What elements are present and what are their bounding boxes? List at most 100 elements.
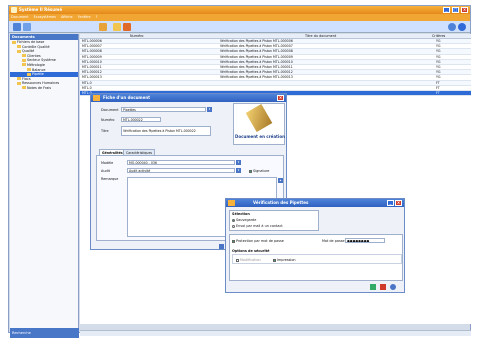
protection-group: Protection par mot de passe Mot de passe… xyxy=(229,234,403,281)
status-panel[interactable]: Document en création xyxy=(233,103,285,145)
sidebar: Documents Fichiers de base Contrôle Quali… xyxy=(10,34,79,328)
verification-title-text: Vérification des Pipettes xyxy=(253,200,309,205)
tree-item-label: Qualité xyxy=(22,49,35,54)
audit-field[interactable]: Audit activité xyxy=(127,168,235,173)
checkbox-icon[interactable] xyxy=(273,258,276,262)
help-icon[interactable] xyxy=(390,284,396,290)
toolbar xyxy=(9,21,470,33)
status-text: Document en création xyxy=(235,134,285,139)
folder-icon xyxy=(22,54,26,58)
menu-bar: Document Ecosystèmes Affiche Fenêtre ? xyxy=(9,14,470,21)
signature-checkbox[interactable]: Signature xyxy=(249,169,269,173)
tree-item-label: Flacs xyxy=(22,76,31,81)
cancel-icon[interactable] xyxy=(380,284,386,290)
checkbox-icon[interactable] xyxy=(236,258,239,262)
menu-ecosystemes[interactable]: Ecosystèmes xyxy=(34,15,56,19)
menu-fenetre[interactable]: Fenêtre xyxy=(78,15,91,19)
folder-icon xyxy=(22,86,26,90)
verification-dialog: Vérification des Pipettes _ × Sélection … xyxy=(225,198,405,293)
title-bar: Système II Résumé _ □ × xyxy=(9,6,470,14)
remarque-label: Remarque xyxy=(101,177,119,181)
dialog-icon xyxy=(228,200,235,206)
app-title: Système II Résumé xyxy=(19,7,63,12)
minimize-icon[interactable]: _ xyxy=(387,200,394,206)
print-label: Impression xyxy=(277,258,296,262)
close-icon[interactable]: × xyxy=(461,7,468,13)
modif-label: Modification xyxy=(240,258,261,262)
folder-icon xyxy=(17,77,21,81)
radio-icon[interactable] xyxy=(232,218,235,222)
tree-item-label: Métrologie xyxy=(27,62,45,67)
impression-checkbox[interactable]: Impression xyxy=(273,258,296,262)
chevron-up-icon[interactable]: ▴ xyxy=(278,178,283,183)
user-icon[interactable] xyxy=(99,23,107,31)
horizontal-scrollbar[interactable] xyxy=(80,330,471,336)
radio-sauvegarde[interactable]: Sauvegarde xyxy=(232,218,256,222)
checkbox-icon[interactable] xyxy=(249,169,252,173)
document-tree: Fichiers de base Contrôle Qualité Qualité C… xyxy=(10,40,78,91)
folder-icon xyxy=(12,40,16,44)
selection-group: Sélection Sauvegarde Envoi par mail à un… xyxy=(229,210,319,231)
folder-icon xyxy=(27,68,31,72)
search-panel[interactable]: Recherche xyxy=(10,328,79,338)
document-label: Document xyxy=(101,108,119,112)
print-icon[interactable] xyxy=(123,23,131,31)
info-icon[interactable] xyxy=(458,23,466,31)
numero-field[interactable]: MTL-000022 xyxy=(121,117,161,122)
cell-crit: FT xyxy=(436,90,440,95)
numero-label: Numéro xyxy=(101,118,115,122)
new-icon[interactable] xyxy=(13,23,21,31)
chevron-down-icon[interactable]: ▾ xyxy=(207,107,212,112)
app-icon xyxy=(11,7,17,13)
tree-item-label: Fichiers de base xyxy=(17,40,45,44)
security-options: Modification Impression xyxy=(232,254,402,264)
tree-item-label: Notes de Frais xyxy=(27,85,52,90)
folder-icon xyxy=(17,45,21,49)
tree-item-label: Ressources Humaines xyxy=(22,81,60,86)
document-field[interactable]: Pipettes xyxy=(121,107,206,112)
folder-icon xyxy=(22,58,26,62)
folder-icon xyxy=(17,49,21,53)
audit-label: Audit xyxy=(101,169,110,173)
chevron-down-icon[interactable]: ▾ xyxy=(236,160,241,165)
tree-item-label: Secteur Système xyxy=(27,58,56,63)
help-icon[interactable] xyxy=(448,23,456,31)
titre-field[interactable]: Vérification des Pipettes à Piston MTL-0… xyxy=(121,126,211,136)
verification-dialog-title: Vérification des Pipettes _ × xyxy=(226,199,404,207)
radio-envoi[interactable]: Envoi par mail à un contact xyxy=(232,224,283,228)
modele-field[interactable]: MO-000040 - 036 xyxy=(127,160,235,165)
security-label: Options de sécurité xyxy=(232,249,270,253)
check-icon[interactable] xyxy=(370,284,376,290)
radio-icon[interactable] xyxy=(232,224,235,228)
chevron-down-icon[interactable]: ▾ xyxy=(236,168,241,173)
close-icon[interactable]: × xyxy=(277,95,284,101)
opt1-label: Sauvegarde xyxy=(236,218,257,222)
menu-help[interactable]: ? xyxy=(96,15,98,19)
tree-item-label: Clientes xyxy=(27,53,41,58)
close-icon[interactable]: × xyxy=(395,200,402,206)
modification-checkbox[interactable]: Modification xyxy=(236,258,261,262)
menu-document[interactable]: Document xyxy=(11,15,29,19)
password-label: Mot de passe xyxy=(322,239,345,243)
protection-checkbox[interactable]: Protection par mot de passe xyxy=(232,239,284,243)
tree-item[interactable]: Notes de Frais xyxy=(10,86,78,91)
pen-icon xyxy=(245,103,273,133)
protection-label: Protection par mot de passe xyxy=(236,239,284,243)
modele-label: Modèle xyxy=(101,161,114,165)
tree-item-label: Balance xyxy=(32,67,46,72)
folder-icon[interactable] xyxy=(113,23,121,31)
signature-label: Signature xyxy=(253,169,270,173)
checkbox-icon[interactable] xyxy=(232,239,235,243)
folder-icon xyxy=(17,81,21,85)
edit-icon[interactable] xyxy=(219,244,224,249)
password-field[interactable]: ●●●●●●●● xyxy=(345,238,385,243)
tree-item-label: Contrôle Qualité xyxy=(22,44,50,49)
menu-affiche[interactable]: Affiche xyxy=(61,15,73,19)
maximize-icon[interactable]: □ xyxy=(452,7,459,13)
open-icon[interactable] xyxy=(23,23,31,31)
opt2-label: Envoi par mail à un contact xyxy=(236,224,283,228)
titre-label: Titre xyxy=(101,129,109,133)
minimize-icon[interactable]: _ xyxy=(443,7,450,13)
folder-icon xyxy=(22,63,26,67)
tree-item-label: Pipette xyxy=(32,72,44,77)
